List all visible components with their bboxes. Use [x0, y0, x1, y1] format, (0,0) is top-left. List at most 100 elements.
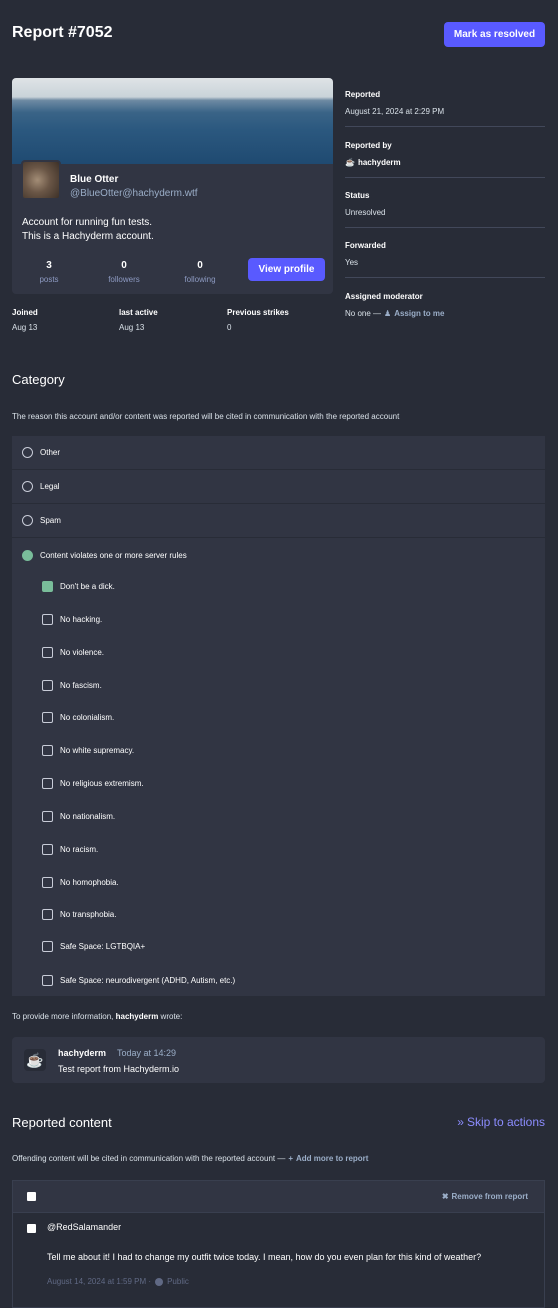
skip-to-actions-link[interactable]: » Skip to actions — [457, 1115, 545, 1129]
divider — [345, 277, 545, 278]
view-profile-button[interactable]: View profile — [248, 258, 325, 281]
category-option-label: Spam — [40, 516, 61, 525]
rule-item[interactable]: No violence. — [42, 645, 104, 659]
checkbox-icon[interactable] — [42, 940, 53, 952]
moderator-value: No one — — [345, 309, 382, 318]
rule-label: Don't be a dick. — [60, 581, 115, 591]
radio-icon[interactable] — [22, 515, 33, 526]
category-option-label: Other — [40, 448, 61, 457]
rule-label: Safe Space: neurodivergent (ADHD, Autism… — [60, 975, 236, 985]
remove-label: Remove from report — [451, 1192, 528, 1201]
stat-following: 0 following — [170, 260, 230, 284]
reported-by-label: Reported by — [345, 141, 392, 150]
reporter-avatar-icon: ☕ — [345, 158, 355, 167]
stat-value: 0 — [197, 260, 203, 271]
checkbox-icon[interactable] — [42, 876, 53, 888]
stat-value: 3 — [46, 260, 52, 271]
rule-item[interactable]: No colonialism. — [42, 710, 114, 724]
rule-label: No colonialism. — [60, 712, 115, 722]
rule-item[interactable]: No racism. — [42, 842, 98, 856]
select-all-checkbox[interactable] — [27, 1192, 36, 1201]
remove-from-report-button[interactable]: ✖ Remove from report — [442, 1192, 528, 1201]
forwarded-info: Forwarded Yes — [345, 241, 545, 267]
rule-item[interactable]: No nationalism. — [42, 809, 115, 823]
reported-by-info: Reported by ☕ hachyderm — [345, 141, 545, 167]
reported-content-hint: Offending content will be cited in commu… — [12, 1154, 368, 1163]
comment-author[interactable]: hachyderm — [58, 1048, 106, 1058]
divider — [345, 177, 545, 178]
rule-label: No violence. — [60, 647, 105, 657]
status-content: Tell me about it! I had to change my out… — [47, 1252, 482, 1262]
category-option-legal[interactable]: Legal — [12, 470, 545, 504]
previous-strikes-value: 0 — [227, 323, 232, 332]
rule-item[interactable]: No religious extremism. — [42, 776, 144, 790]
checkbox-icon[interactable] — [42, 646, 53, 658]
checkbox-icon[interactable] — [42, 843, 53, 855]
rule-item[interactable]: Safe Space: LGTBQIA+ — [42, 939, 145, 953]
moderator-row: No one — ♟ Assign to me — [345, 309, 545, 318]
reported-by-value[interactable]: hachyderm — [358, 158, 401, 167]
close-icon: ✖ — [441, 1192, 449, 1201]
assign-to-me-link[interactable]: Assign to me — [394, 309, 444, 318]
reported-content-heading: Reported content — [12, 1115, 112, 1130]
moderator-info: Assigned moderator No one — ♟ Assign to … — [345, 292, 545, 318]
rule-item[interactable]: Don't be a dick. — [42, 579, 115, 593]
account-handle: @BlueOtter@hachyderm.wtf — [70, 188, 198, 199]
stat-label: posts — [39, 275, 59, 284]
joined-value: Aug 13 — [12, 323, 38, 332]
bio-line: This is a Hachyderm account. — [22, 231, 154, 242]
account-avatar[interactable] — [21, 160, 61, 200]
radio-icon[interactable] — [22, 481, 33, 492]
category-option-spam[interactable]: Spam — [12, 504, 545, 538]
skip-to-actions-label: Skip to actions — [466, 1115, 545, 1129]
radio-selected-icon[interactable] — [22, 549, 33, 561]
checkbox-icon[interactable] — [42, 613, 53, 625]
checkbox-icon[interactable] — [42, 777, 53, 789]
checkbox-icon[interactable] — [42, 810, 53, 822]
category-option-violation[interactable]: Content violates one or more server rule… — [12, 538, 545, 572]
mark-as-resolved-button[interactable]: Mark as resolved — [444, 22, 545, 47]
divider — [345, 227, 545, 228]
status-checkbox[interactable] — [27, 1224, 36, 1233]
account-header-image — [12, 78, 333, 164]
rule-item[interactable]: No hacking. — [42, 612, 102, 626]
radio-icon[interactable] — [22, 447, 33, 458]
rule-item[interactable]: No homophobia. — [42, 875, 119, 889]
rule-label: No hacking. — [60, 614, 103, 624]
plus-icon: + — [288, 1154, 294, 1163]
add-more-link[interactable]: Add more to report — [296, 1154, 368, 1163]
moderator-label: Assigned moderator — [345, 292, 423, 301]
rule-item[interactable]: No white supremacy. — [42, 743, 134, 757]
checkbox-checked-icon[interactable] — [42, 580, 53, 592]
status-account[interactable]: @RedSalamander — [47, 1222, 121, 1232]
account-bio: Account for running fun tests. This is a… — [22, 216, 154, 244]
status-label: Status — [345, 191, 370, 200]
category-option-other[interactable]: Other — [12, 436, 545, 470]
rule-item[interactable]: Safe Space: neurodivergent (ADHD, Autism… — [42, 973, 235, 987]
comment-intro-user: hachyderm — [115, 1012, 159, 1021]
divider — [345, 126, 545, 127]
stat-value: 0 — [121, 260, 127, 271]
rule-label: No nationalism. — [60, 811, 116, 821]
checkbox-icon[interactable] — [42, 679, 53, 691]
rule-label: No homophobia. — [60, 877, 119, 887]
checkbox-icon[interactable] — [42, 711, 53, 723]
rule-label: Safe Space: LGTBQIA+ — [60, 941, 146, 951]
reported-statuses-table: ✖ Remove from report @RedSalamander Tell… — [12, 1180, 545, 1308]
status-info: Status Unresolved — [345, 191, 545, 217]
rule-label: No racism. — [60, 844, 99, 854]
checkbox-icon[interactable] — [42, 744, 53, 756]
status-date[interactable]: August 14, 2024 at 1:59 PM · — [47, 1277, 151, 1286]
checkbox-icon[interactable] — [42, 974, 53, 986]
rule-item[interactable]: No fascism. — [42, 678, 102, 692]
account-display-name[interactable]: Blue Otter — [70, 174, 118, 185]
comment-time: Today at 14:29 — [117, 1048, 177, 1058]
checkbox-icon[interactable] — [42, 908, 53, 920]
double-chevron-down-icon: » — [457, 1115, 464, 1129]
status-visibility: Public — [167, 1277, 189, 1286]
joined-label: Joined — [12, 308, 38, 317]
comment-text: Test report from Hachyderm.io — [58, 1064, 180, 1074]
report-comment: ☕ hachyderm Today at 14:29 Test report f… — [12, 1037, 545, 1083]
coffee-avatar-icon: ☕ — [24, 1049, 46, 1071]
rule-item[interactable]: No transphobia. — [42, 907, 116, 921]
